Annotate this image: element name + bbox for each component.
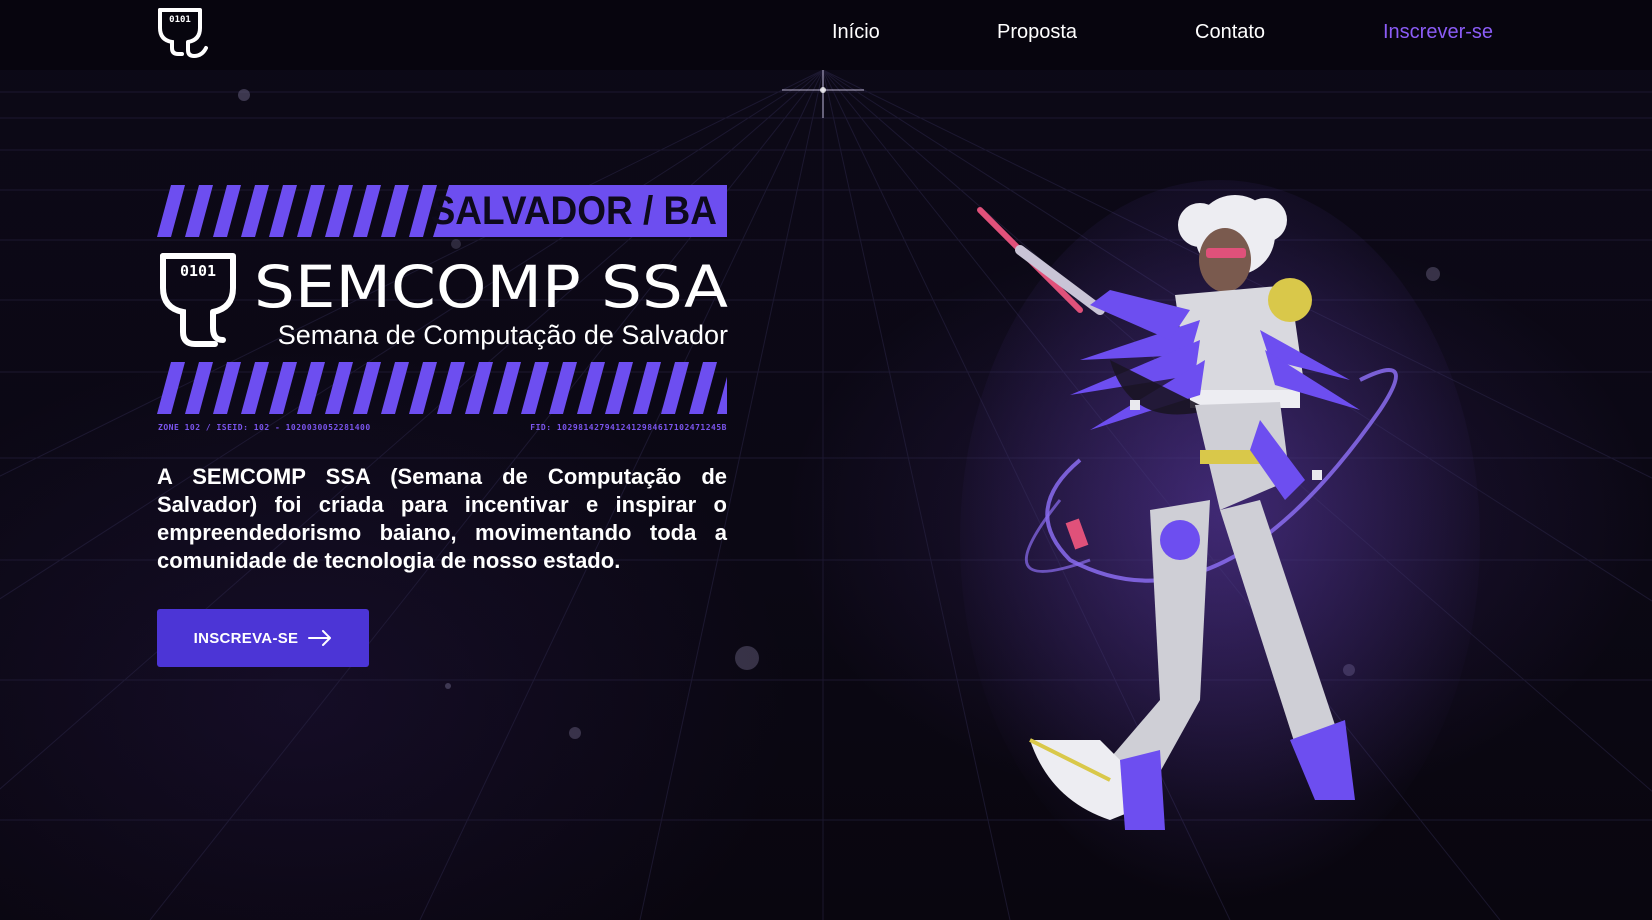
sparkle-icon <box>782 62 864 118</box>
brand-title-text: SEMCOMP SSA <box>254 255 728 317</box>
city-label: SALVADOR / BA <box>430 188 717 233</box>
semcomp-logo-icon: 0101 <box>160 253 236 347</box>
fid-code: FID: 1029814279412412984617102471245B <box>530 423 727 432</box>
nav-link-contato[interactable]: Contato <box>1195 20 1265 44</box>
stripe-banner <box>157 362 727 414</box>
page: 0101 Início Proposta Contato Inscrever-s… <box>0 0 1652 920</box>
svg-text:0101: 0101 <box>169 15 191 25</box>
arrow-right-icon <box>308 630 332 646</box>
svg-text:0101: 0101 <box>180 262 216 280</box>
subscribe-button-label: INSCREVA-SE <box>193 629 299 647</box>
brand-subtitle: Semana de Computação de Salvador <box>277 320 728 350</box>
nav-link-inicio[interactable]: Início <box>832 20 880 44</box>
subscribe-button[interactable]: INSCREVA-SE <box>157 609 369 667</box>
header: 0101 Início Proposta Contato Inscrever-s… <box>0 0 1652 70</box>
nav-link-inscrever-se[interactable]: Inscrever-se <box>1383 20 1493 44</box>
lightbulb-brain-icon[interactable]: 0101 <box>156 4 214 62</box>
cyberpunk-character-illustration <box>960 180 1480 900</box>
city-banner: SALVADOR / BA <box>157 185 727 237</box>
nav-link-proposta[interactable]: Proposta <box>997 20 1077 44</box>
hero-description: A SEMCOMP SSA (Semana de Computação de S… <box>157 464 727 573</box>
hazard-stripes-bottom <box>157 362 727 414</box>
zone-code: ZONE 102 / ISEID: 102 - 1020030052281400 <box>158 423 371 432</box>
brand-title: SEMCOMP SSA <box>254 255 728 317</box>
